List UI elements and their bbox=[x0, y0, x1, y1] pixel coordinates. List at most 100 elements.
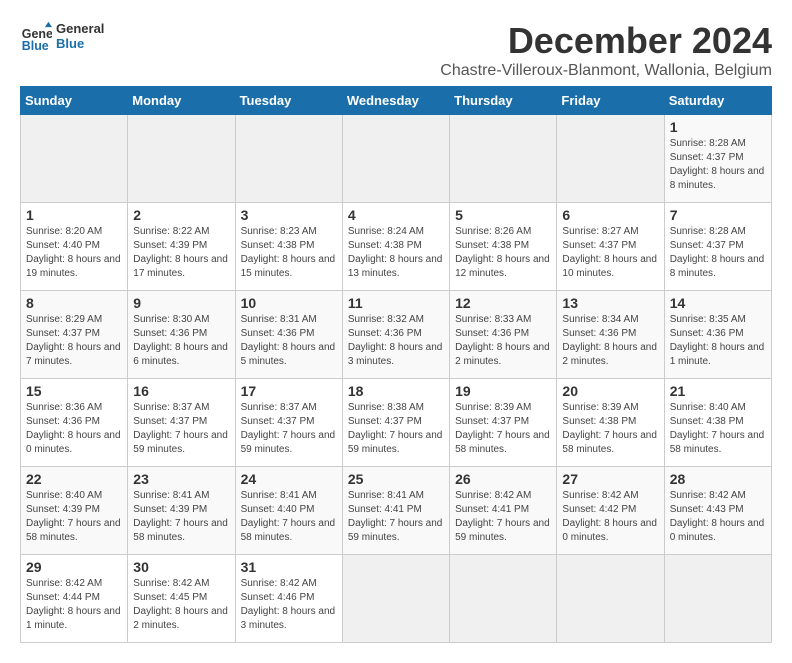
calendar-cell: 15Sunrise: 8:36 AMSunset: 4:36 PMDayligh… bbox=[21, 379, 128, 467]
calendar-header-row: SundayMondayTuesdayWednesdayThursdayFrid… bbox=[21, 87, 772, 115]
calendar-week-row: 1Sunrise: 8:20 AMSunset: 4:40 PMDaylight… bbox=[21, 203, 772, 291]
day-info: Sunrise: 8:42 AMSunset: 4:44 PMDaylight:… bbox=[26, 577, 122, 633]
day-number: 1 bbox=[670, 119, 766, 135]
calendar-cell bbox=[21, 115, 128, 203]
calendar-cell: 2Sunrise: 8:22 AMSunset: 4:39 PMDaylight… bbox=[128, 203, 235, 291]
title-block: December 2024 Chastre-Villeroux-Blanmont… bbox=[440, 20, 772, 80]
day-number: 20 bbox=[562, 383, 658, 399]
day-info: Sunrise: 8:42 AMSunset: 4:42 PMDaylight:… bbox=[562, 489, 658, 545]
day-number: 13 bbox=[562, 295, 658, 311]
day-info: Sunrise: 8:35 AMSunset: 4:36 PMDaylight:… bbox=[670, 313, 766, 369]
day-number: 16 bbox=[133, 383, 229, 399]
day-info: Sunrise: 8:40 AMSunset: 4:39 PMDaylight:… bbox=[26, 489, 122, 545]
logo-general-text: General bbox=[56, 21, 104, 36]
calendar-week-row: 1 Sunrise: 8:28 AMSunset: 4:37 PMDaylight… bbox=[21, 115, 772, 203]
logo-blue-text: Blue bbox=[56, 36, 104, 51]
calendar-cell bbox=[664, 555, 771, 643]
day-number: 3 bbox=[241, 207, 337, 223]
day-info: Sunrise: 8:42 AMSunset: 4:41 PMDaylight:… bbox=[455, 489, 551, 545]
calendar-cell: 10 Sunrise: 8:31 AMSunset: 4:36 PMDayligh… bbox=[235, 291, 342, 379]
calendar-cell: 25 Sunrise: 8:41 AMSunset: 4:41 PMDayligh… bbox=[342, 467, 449, 555]
calendar-week-row: 22 Sunrise: 8:40 AMSunset: 4:39 PMDayligh… bbox=[21, 467, 772, 555]
day-info: Sunrise: 8:39 AMSunset: 4:38 PMDaylight:… bbox=[562, 401, 658, 457]
day-number: 17 bbox=[241, 383, 337, 399]
day-number: 30 bbox=[133, 559, 229, 575]
day-info: Sunrise: 8:22 AMSunset: 4:39 PMDaylight:… bbox=[133, 225, 229, 281]
day-number: 23 bbox=[133, 471, 229, 487]
header-thursday: Thursday bbox=[450, 87, 557, 115]
day-info: Sunrise: 8:33 AMSunset: 4:36 PMDaylight:… bbox=[455, 313, 551, 369]
header-saturday: Saturday bbox=[664, 87, 771, 115]
day-number: 14 bbox=[670, 295, 766, 311]
page-header: General Blue General Blue December 2024 … bbox=[20, 20, 772, 80]
calendar-cell: 18 Sunrise: 8:38 AMSunset: 4:37 PMDayligh… bbox=[342, 379, 449, 467]
day-number: 8 bbox=[26, 295, 122, 311]
day-number: 31 bbox=[241, 559, 337, 575]
calendar-cell bbox=[342, 555, 449, 643]
calendar-cell: 8 Sunrise: 8:29 AMSunset: 4:37 PMDaylight… bbox=[21, 291, 128, 379]
day-number: 29 bbox=[26, 559, 122, 575]
calendar-cell: 1Sunrise: 8:20 AMSunset: 4:40 PMDaylight… bbox=[21, 203, 128, 291]
day-info: Sunrise: 8:29 AMSunset: 4:37 PMDaylight:… bbox=[26, 313, 122, 369]
logo-icon: General Blue bbox=[20, 20, 52, 52]
day-info: Sunrise: 8:27 AMSunset: 4:37 PMDaylight:… bbox=[562, 225, 658, 281]
day-info: Sunrise: 8:28 AMSunset: 4:37 PMDaylight:… bbox=[670, 137, 766, 193]
day-number: 28 bbox=[670, 471, 766, 487]
header-monday: Monday bbox=[128, 87, 235, 115]
day-info: Sunrise: 8:26 AMSunset: 4:38 PMDaylight:… bbox=[455, 225, 551, 281]
day-info: Sunrise: 8:32 AMSunset: 4:36 PMDaylight:… bbox=[348, 313, 444, 369]
calendar-cell: 12Sunrise: 8:33 AMSunset: 4:36 PMDayligh… bbox=[450, 291, 557, 379]
day-number: 1 bbox=[26, 207, 122, 223]
calendar-cell: 13 Sunrise: 8:34 AMSunset: 4:36 PMDayligh… bbox=[557, 291, 664, 379]
day-info: Sunrise: 8:42 AMSunset: 4:46 PMDaylight:… bbox=[241, 577, 337, 633]
day-info: Sunrise: 8:42 AMSunset: 4:45 PMDaylight:… bbox=[133, 577, 229, 633]
day-number: 25 bbox=[348, 471, 444, 487]
calendar-cell: 7Sunrise: 8:28 AMSunset: 4:37 PMDaylight… bbox=[664, 203, 771, 291]
calendar-cell bbox=[450, 555, 557, 643]
calendar-cell: 16 Sunrise: 8:37 AMSunset: 4:37 PMDayligh… bbox=[128, 379, 235, 467]
day-number: 5 bbox=[455, 207, 551, 223]
day-info: Sunrise: 8:30 AMSunset: 4:36 PMDaylight:… bbox=[133, 313, 229, 369]
logo: General Blue General Blue bbox=[20, 20, 104, 52]
calendar-cell: 20 Sunrise: 8:39 AMSunset: 4:38 PMDayligh… bbox=[557, 379, 664, 467]
day-number: 9 bbox=[133, 295, 229, 311]
day-info: Sunrise: 8:40 AMSunset: 4:38 PMDaylight:… bbox=[670, 401, 766, 457]
calendar-cell: 27Sunrise: 8:42 AMSunset: 4:42 PMDayligh… bbox=[557, 467, 664, 555]
day-info: Sunrise: 8:23 AMSunset: 4:38 PMDaylight:… bbox=[241, 225, 337, 281]
day-number: 24 bbox=[241, 471, 337, 487]
calendar-table: SundayMondayTuesdayWednesdayThursdayFrid… bbox=[20, 86, 772, 643]
day-info: Sunrise: 8:41 AMSunset: 4:39 PMDaylight:… bbox=[133, 489, 229, 545]
calendar-cell: 5 Sunrise: 8:26 AMSunset: 4:38 PMDaylight… bbox=[450, 203, 557, 291]
calendar-cell bbox=[557, 555, 664, 643]
calendar-cell: 6 Sunrise: 8:27 AMSunset: 4:37 PMDaylight… bbox=[557, 203, 664, 291]
day-info: Sunrise: 8:38 AMSunset: 4:37 PMDaylight:… bbox=[348, 401, 444, 457]
day-info: Sunrise: 8:34 AMSunset: 4:36 PMDaylight:… bbox=[562, 313, 658, 369]
day-number: 18 bbox=[348, 383, 444, 399]
header-friday: Friday bbox=[557, 87, 664, 115]
day-number: 10 bbox=[241, 295, 337, 311]
day-info: Sunrise: 8:31 AMSunset: 4:36 PMDaylight:… bbox=[241, 313, 337, 369]
calendar-cell: 19Sunrise: 8:39 AMSunset: 4:37 PMDayligh… bbox=[450, 379, 557, 467]
header-wednesday: Wednesday bbox=[342, 87, 449, 115]
day-number: 19 bbox=[455, 383, 551, 399]
calendar-cell bbox=[128, 115, 235, 203]
calendar-cell: 24Sunrise: 8:41 AMSunset: 4:40 PMDayligh… bbox=[235, 467, 342, 555]
header-tuesday: Tuesday bbox=[235, 87, 342, 115]
calendar-week-row: 8 Sunrise: 8:29 AMSunset: 4:37 PMDaylight… bbox=[21, 291, 772, 379]
calendar-title: December 2024 bbox=[440, 20, 772, 62]
day-number: 26 bbox=[455, 471, 551, 487]
day-info: Sunrise: 8:37 AMSunset: 4:37 PMDaylight:… bbox=[241, 401, 337, 457]
day-info: Sunrise: 8:37 AMSunset: 4:37 PMDaylight:… bbox=[133, 401, 229, 457]
calendar-week-row: 15Sunrise: 8:36 AMSunset: 4:36 PMDayligh… bbox=[21, 379, 772, 467]
day-info: Sunrise: 8:36 AMSunset: 4:36 PMDaylight:… bbox=[26, 401, 122, 457]
day-number: 22 bbox=[26, 471, 122, 487]
calendar-cell bbox=[557, 115, 664, 203]
header-sunday: Sunday bbox=[21, 87, 128, 115]
calendar-cell: 14 Sunrise: 8:35 AMSunset: 4:36 PMDayligh… bbox=[664, 291, 771, 379]
day-number: 6 bbox=[562, 207, 658, 223]
day-info: Sunrise: 8:41 AMSunset: 4:41 PMDaylight:… bbox=[348, 489, 444, 545]
calendar-cell bbox=[235, 115, 342, 203]
calendar-week-row: 29 Sunrise: 8:42 AMSunset: 4:44 PMDayligh… bbox=[21, 555, 772, 643]
calendar-cell: 21 Sunrise: 8:40 AMSunset: 4:38 PMDayligh… bbox=[664, 379, 771, 467]
day-number: 21 bbox=[670, 383, 766, 399]
